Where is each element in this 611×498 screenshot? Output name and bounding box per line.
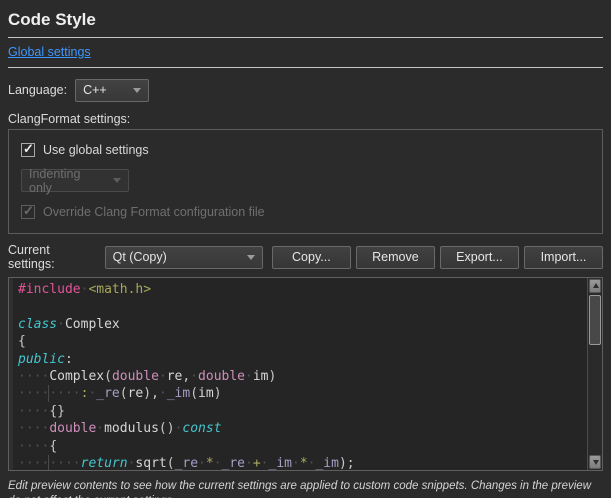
use-global-settings-checkbox[interactable] bbox=[21, 143, 35, 157]
current-settings-dropdown[interactable]: Qt (Copy) bbox=[105, 246, 263, 269]
clangformat-section-label: ClangFormat settings: bbox=[8, 112, 603, 126]
language-label: Language: bbox=[8, 83, 67, 97]
use-global-settings-label: Use global settings bbox=[43, 143, 149, 157]
global-settings-link[interactable]: Global settings bbox=[8, 45, 91, 59]
scroll-down-icon bbox=[593, 460, 599, 465]
scroll-up-icon bbox=[593, 283, 599, 288]
page-title: Code Style bbox=[8, 8, 603, 38]
footer-note: Edit preview contents to see how the cur… bbox=[8, 479, 603, 498]
remove-button[interactable]: Remove bbox=[356, 246, 435, 269]
override-config-label: Override Clang Format configuration file bbox=[43, 205, 265, 219]
language-dropdown-value: C++ bbox=[83, 83, 107, 97]
language-dropdown[interactable]: C++ bbox=[75, 79, 149, 102]
scroll-down-button[interactable] bbox=[589, 455, 601, 469]
override-config-checkbox bbox=[21, 205, 35, 219]
scroll-up-button[interactable] bbox=[589, 279, 601, 293]
vertical-scrollbar[interactable] bbox=[587, 278, 602, 470]
current-settings-value: Qt (Copy) bbox=[113, 250, 167, 264]
use-global-settings-row[interactable]: Use global settings bbox=[21, 143, 590, 157]
export-button[interactable]: Export... bbox=[440, 246, 519, 269]
current-settings-label: Current settings: bbox=[8, 243, 99, 271]
override-config-row: Override Clang Format configuration file bbox=[21, 205, 590, 219]
editor-left-margin bbox=[9, 278, 13, 470]
clangformat-mode-dropdown: Indenting only bbox=[21, 169, 129, 192]
current-settings-row: Current settings: Qt (Copy) Copy... Remo… bbox=[8, 243, 603, 271]
import-button[interactable]: Import... bbox=[524, 246, 603, 269]
global-settings-row: Global settings bbox=[8, 38, 603, 68]
clangformat-mode-value: Indenting only bbox=[29, 167, 105, 195]
chevron-down-icon bbox=[113, 178, 121, 183]
code-lines[interactable]: #include·<math.h> class·Complex{public:·… bbox=[18, 281, 586, 470]
code-preview-editor[interactable]: #include·<math.h> class·Complex{public:·… bbox=[8, 277, 603, 471]
chevron-down-icon bbox=[247, 255, 255, 260]
copy-button[interactable]: Copy... bbox=[272, 246, 351, 269]
language-row: Language: C++ bbox=[8, 78, 603, 102]
scrollbar-thumb[interactable] bbox=[589, 295, 601, 345]
clangformat-groupbox: Use global settings Indenting only Overr… bbox=[8, 129, 603, 234]
chevron-down-icon bbox=[133, 88, 141, 93]
code-style-settings-page: Code Style Global settings Language: C++… bbox=[0, 0, 611, 498]
